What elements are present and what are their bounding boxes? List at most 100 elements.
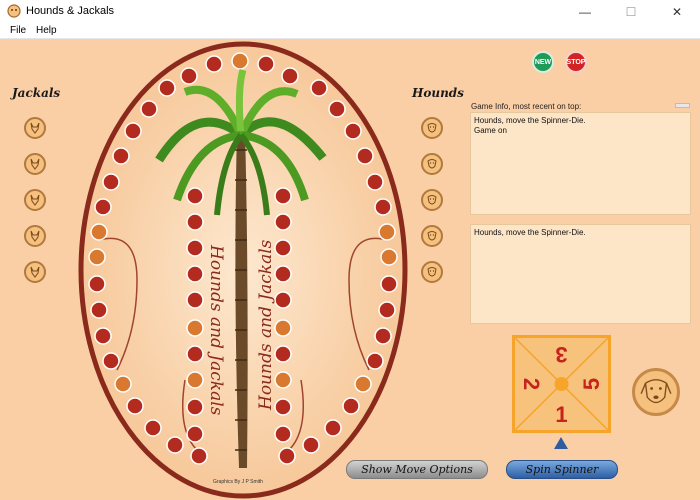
- board-hole[interactable]: [328, 100, 346, 118]
- board-hole[interactable]: [274, 398, 292, 416]
- hounds-label: Hounds: [412, 86, 464, 100]
- board-hole[interactable]: [186, 187, 204, 205]
- jackal-icon: [30, 230, 40, 242]
- menu-file[interactable]: File: [10, 25, 26, 36]
- hound-token[interactable]: [421, 261, 443, 283]
- maximize-button[interactable]: ☐: [608, 0, 654, 23]
- board-hole[interactable]: [366, 352, 384, 370]
- board-hole[interactable]: [378, 301, 396, 319]
- board-hole[interactable]: [102, 173, 120, 191]
- hound-token[interactable]: [421, 225, 443, 247]
- jackal-token[interactable]: [24, 117, 46, 139]
- board-hole[interactable]: [112, 147, 130, 165]
- board-hole[interactable]: [274, 239, 292, 257]
- jackals-label: Jackals: [12, 86, 61, 100]
- board-hole[interactable]: [274, 265, 292, 283]
- board-credit: Graphics By J P Smith: [213, 479, 263, 485]
- board-hole[interactable]: [274, 291, 292, 309]
- info-scrollbar[interactable]: [675, 103, 690, 108]
- jackal-icon: [30, 122, 40, 134]
- jackal-token[interactable]: [24, 189, 46, 211]
- menu-help[interactable]: Help: [36, 25, 57, 36]
- board-hole[interactable]: [310, 79, 328, 97]
- board-hole[interactable]: [186, 371, 204, 389]
- window-title: Hounds & Jackals: [26, 5, 115, 17]
- board-hole[interactable]: [88, 248, 106, 266]
- board-hole[interactable]: [186, 425, 204, 443]
- show-move-options-button[interactable]: Show Move Options: [346, 460, 488, 479]
- board-hole[interactable]: [380, 275, 398, 293]
- jackal-token[interactable]: [24, 261, 46, 283]
- jackal-icon: [30, 194, 40, 206]
- board-hole[interactable]: [257, 55, 275, 73]
- board-hole[interactable]: [102, 352, 120, 370]
- board-hole[interactable]: [126, 397, 144, 415]
- board-hole[interactable]: [186, 319, 204, 337]
- spin-spinner-button[interactable]: Spin Spinner: [506, 460, 618, 479]
- board-hole[interactable]: [205, 55, 223, 73]
- jackal-token[interactable]: [24, 153, 46, 175]
- spinner-die[interactable]: 3 2 5 1: [512, 335, 611, 433]
- board-hole[interactable]: [94, 198, 112, 216]
- board-hole[interactable]: [140, 100, 158, 118]
- board-hole[interactable]: [378, 223, 396, 241]
- jackal-token[interactable]: [24, 225, 46, 247]
- hound-icon: [427, 195, 437, 205]
- status-line: Hounds, move the Spinner-Die.: [474, 228, 586, 237]
- board-hole[interactable]: [356, 147, 374, 165]
- log-line: Hounds, move the Spinner-Die.: [474, 116, 586, 125]
- game-status-box[interactable]: Hounds, move the Spinner-Die.: [470, 224, 691, 324]
- board-hole[interactable]: [344, 122, 362, 140]
- board-title-right: Hounds and Jackals: [256, 239, 276, 411]
- game-info-label: Game Info, most recent on top:: [471, 102, 582, 111]
- board-hole[interactable]: [186, 265, 204, 283]
- jackal-icon: [30, 266, 40, 278]
- board-hole[interactable]: [90, 301, 108, 319]
- board-hole[interactable]: [166, 436, 184, 454]
- board-hole[interactable]: [366, 173, 384, 191]
- board-hole[interactable]: [274, 425, 292, 443]
- board-hole[interactable]: [186, 291, 204, 309]
- board-hole[interactable]: [274, 319, 292, 337]
- board-hole[interactable]: [186, 345, 204, 363]
- hound-token[interactable]: [421, 189, 443, 211]
- board-hole[interactable]: [274, 371, 292, 389]
- board-hole[interactable]: [144, 419, 162, 437]
- game-info-log[interactable]: Hounds, move the Spinner-Die. Game on: [470, 112, 691, 215]
- board-hole[interactable]: [231, 52, 249, 70]
- board-hole[interactable]: [114, 375, 132, 393]
- board-hole[interactable]: [374, 198, 392, 216]
- board-hole[interactable]: [274, 187, 292, 205]
- board-hole[interactable]: [186, 239, 204, 257]
- board-hole[interactable]: [380, 248, 398, 266]
- menu-bar: File Help: [0, 23, 700, 39]
- board-hole[interactable]: [94, 327, 112, 345]
- board-hole[interactable]: [274, 345, 292, 363]
- game-board: Hounds and Jackals Hounds and Jackals: [78, 41, 408, 499]
- spinner-right: 5: [579, 378, 604, 390]
- close-button[interactable]: ✕: [654, 0, 700, 23]
- board-hole[interactable]: [342, 397, 360, 415]
- board-hole[interactable]: [190, 447, 208, 465]
- minimize-button[interactable]: —: [562, 0, 608, 23]
- board-hole[interactable]: [274, 213, 292, 231]
- hound-token[interactable]: [421, 153, 443, 175]
- board-hole[interactable]: [278, 447, 296, 465]
- board-hole[interactable]: [88, 275, 106, 293]
- board-hole[interactable]: [302, 436, 320, 454]
- spinner-top: 3: [555, 342, 567, 367]
- stop-button[interactable]: STOP: [565, 51, 587, 73]
- board-hole[interactable]: [374, 327, 392, 345]
- board-hole[interactable]: [324, 419, 342, 437]
- board-hole[interactable]: [124, 122, 142, 140]
- new-game-button[interactable]: NEW: [532, 51, 554, 73]
- board-hole[interactable]: [180, 67, 198, 85]
- spinner-bottom: 1: [555, 402, 567, 427]
- board-hole[interactable]: [90, 223, 108, 241]
- board-hole[interactable]: [354, 375, 372, 393]
- board-hole[interactable]: [158, 79, 176, 97]
- board-hole[interactable]: [186, 213, 204, 231]
- hound-token[interactable]: [421, 117, 443, 139]
- board-hole[interactable]: [186, 398, 204, 416]
- board-hole[interactable]: [281, 67, 299, 85]
